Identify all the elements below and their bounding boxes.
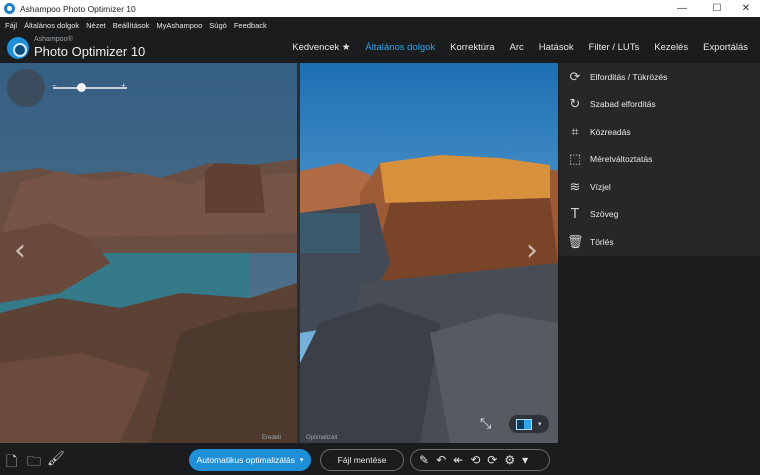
original-image: [0, 63, 297, 443]
split-view-icon: [516, 418, 532, 430]
menu-general[interactable]: Általános dolgok: [24, 21, 79, 30]
tool-label: Szabad elforditás: [590, 99, 656, 109]
tab-face[interactable]: Arc: [510, 42, 524, 53]
zoom-knob[interactable]: [7, 69, 45, 107]
rotate-right-icon[interactable]: ⟳: [487, 453, 497, 467]
zoom-slider-thumb[interactable]: [77, 83, 86, 92]
next-image-arrow[interactable]: ›: [526, 233, 538, 268]
auto-optimize-label: Automatikus optimalizálás: [196, 455, 295, 465]
rotate-icon: ⟳: [569, 69, 581, 85]
undo-all-icon[interactable]: ↞: [453, 453, 463, 467]
app-icon: [4, 3, 15, 14]
tab-filters-luts[interactable]: Filter / LUTs: [589, 42, 640, 53]
product-name: Photo Optimizer 10: [34, 44, 146, 59]
tab-favorites[interactable]: Kedvencek ★: [292, 42, 350, 53]
magic-wand-icon[interactable]: ✎: [419, 453, 429, 467]
maximize-button[interactable]: ☐: [702, 0, 732, 17]
menu-feedback[interactable]: Feedback: [234, 21, 267, 30]
menu-file[interactable]: Fájl: [5, 21, 17, 30]
zoom-minus-button[interactable]: –: [52, 81, 56, 90]
minimize-button[interactable]: —: [667, 0, 697, 17]
resize-icon: ⬚: [568, 151, 582, 167]
text-icon: T: [571, 206, 579, 222]
tool-label: Szöveg: [590, 209, 619, 219]
tool-watermark[interactable]: ≋ Vízjel: [559, 175, 760, 199]
add-file-icon[interactable]: 🗋: [6, 451, 17, 475]
window-title: Ashampoo Photo Optimizer 10: [20, 3, 136, 14]
tool-label: Közreadás: [590, 127, 631, 137]
tool-resize[interactable]: ⬚ Méretváltoztatás: [559, 147, 760, 171]
panel-empty-area: [559, 256, 760, 475]
tab-export[interactable]: Exportálás: [703, 42, 748, 53]
chevron-down-icon: ▾: [538, 421, 542, 428]
auto-optimize-button[interactable]: Automatikus optimalizálás ▾: [189, 449, 311, 471]
label-original: Eredeti: [262, 435, 282, 441]
tab-general[interactable]: Általános dolgok: [365, 42, 435, 53]
add-folder-icon[interactable]: 🗀: [27, 451, 41, 475]
tab-effects[interactable]: Hatások: [539, 42, 574, 53]
tool-delete[interactable]: 🗑 Törlés: [559, 230, 760, 254]
chevron-down-icon[interactable]: ▾: [522, 453, 528, 467]
menu-help[interactable]: Súgó: [209, 21, 227, 30]
clear-brush-icon[interactable]: 🖌: [47, 451, 65, 467]
title-bar: Ashampoo Photo Optimizer 10 — ☐ ✕: [0, 0, 760, 17]
image-viewer[interactable]: – + ‹ › ⤡ ▾ Eredeti Optimalizált: [0, 63, 558, 443]
zoom-plus-button[interactable]: +: [121, 81, 126, 90]
menu-myashampoo[interactable]: MyAshampoo: [156, 21, 202, 30]
rotate-left-icon[interactable]: ⟲: [470, 453, 480, 467]
settings-gear-icon[interactable]: ⚙: [504, 453, 515, 467]
main-nav: Kedvencek ★ Általános dolgok Korrektúra …: [277, 42, 748, 53]
shrink-icon[interactable]: ⤡: [480, 415, 491, 432]
prev-image-arrow[interactable]: ‹: [14, 233, 26, 268]
tool-label: Vízjel: [590, 182, 611, 192]
bottom-toolbar: 🗋 🗀 🖌 Automatikus optimalizálás ▾ Fájl m…: [0, 443, 560, 475]
tool-label: Törlés: [590, 237, 614, 247]
menu-view[interactable]: Nézet: [86, 21, 106, 30]
edit-tools-group: ✎ ↶ ↞ ⟲ ⟳ ⚙ ▾: [410, 449, 550, 471]
undo-icon[interactable]: ↶: [436, 453, 446, 467]
chevron-down-icon[interactable]: ▾: [300, 456, 304, 464]
optimized-image: [300, 63, 558, 443]
tool-rotate-flip[interactable]: ⟳ Elforditás / Tükrözés: [559, 65, 760, 89]
tool-free-rotate[interactable]: ↻ Szabad elforditás: [559, 92, 760, 116]
tab-correction[interactable]: Korrektúra: [450, 42, 494, 53]
menu-bar: Fájl Általános dolgok Nézet Beállítások …: [0, 17, 760, 33]
tab-manage[interactable]: Kezelés: [654, 42, 688, 53]
tool-crop[interactable]: ⌗ Közreadás: [559, 120, 760, 144]
close-button[interactable]: ✕: [731, 0, 760, 17]
tool-text[interactable]: T Szöveg: [559, 202, 760, 226]
trash-icon: 🗑: [567, 234, 584, 250]
app-window: Ashampoo Photo Optimizer 10 — ☐ ✕ Fájl Á…: [0, 0, 760, 475]
app-header: Ashampoo® Photo Optimizer 10 Kedvencek ★…: [0, 33, 760, 63]
tool-label: Méretváltoztatás: [590, 154, 653, 164]
zoom-slider[interactable]: [53, 87, 127, 89]
brand-name: Ashampoo®: [34, 36, 73, 43]
crop-icon: ⌗: [571, 124, 579, 140]
free-rotate-icon: ↻: [569, 96, 581, 112]
save-file-button[interactable]: Fájl mentése: [320, 449, 404, 471]
tool-label: Elforditás / Tükrözés: [590, 72, 668, 82]
label-optimized: Optimalizált: [306, 435, 338, 441]
watermark-icon: ≋: [569, 179, 581, 195]
compare-view-button[interactable]: ▾: [508, 414, 550, 434]
app-logo: [7, 37, 29, 59]
menu-settings[interactable]: Beállítások: [113, 21, 150, 30]
tools-panel: ⟳ Elforditás / Tükrözés ↻ Szabad elfordi…: [559, 63, 760, 256]
